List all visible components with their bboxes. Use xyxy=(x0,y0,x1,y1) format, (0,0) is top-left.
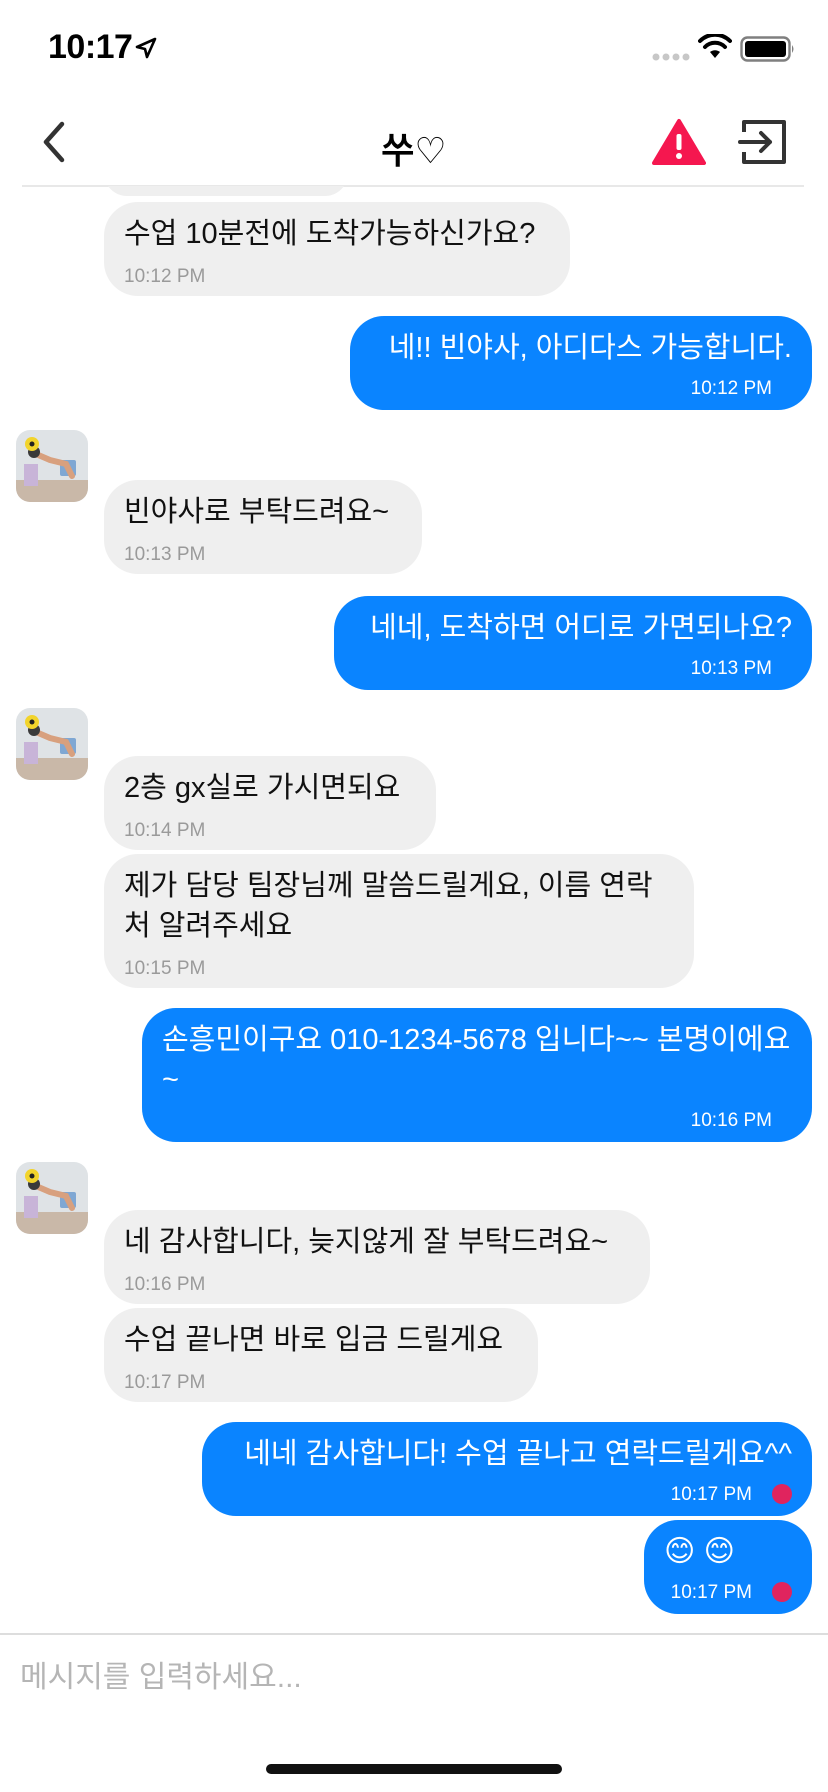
message-time: 10:17 PM xyxy=(124,1372,206,1393)
message-bubble-outgoing[interactable]: 😊 😊 10:17 PM xyxy=(644,1520,812,1614)
composer-divider xyxy=(0,1633,828,1635)
unread-indicator xyxy=(772,1484,792,1504)
message-text: 손흥민이구요 010-1234-5678 입니다~~ 본명이에요~ xyxy=(162,1024,791,1096)
chat-header: 쑤♡ xyxy=(0,100,828,186)
message-time: 10:17 PM xyxy=(670,1484,752,1505)
message-time: 10:16 PM xyxy=(124,1274,206,1295)
message-text: 수업 10분전에 도착가능하신가요? xyxy=(124,218,536,250)
message-text: 네!! 빈야사, 아디다스 가능합니다. xyxy=(388,332,792,364)
unread-indicator xyxy=(772,1582,792,1602)
message-time: 10:13 PM xyxy=(124,544,206,565)
exit-room-icon[interactable] xyxy=(738,118,788,166)
message-input[interactable] xyxy=(20,1650,800,1706)
message-bubble-incoming[interactable]: 네 감사합니다, 늦지않게 잘 부탁드려요~ 10:16 PM xyxy=(104,1210,650,1304)
status-time: 10:17 xyxy=(48,28,133,66)
message-bubble-outgoing[interactable]: 손흥민이구요 010-1234-5678 입니다~~ 본명이에요~ 10:16 … xyxy=(142,1008,812,1142)
avatar[interactable] xyxy=(16,1162,88,1234)
message-text: 네네, 도착하면 어디로 가면되나요? xyxy=(370,612,792,644)
message-bubble-outgoing[interactable]: 네!! 빈야사, 아디다스 가능합니다. 10:12 PM xyxy=(350,316,812,410)
message-text: 네네 감사합니다! 수업 끝나고 연락드릴게요^^ xyxy=(244,1438,792,1470)
message-time: 10:17 PM xyxy=(670,1582,752,1603)
message-bubble-outgoing[interactable]: 네네 감사합니다! 수업 끝나고 연락드릴게요^^ 10:17 PM xyxy=(202,1422,812,1516)
message-bubble-incoming[interactable]: 수업 끝나면 바로 입금 드릴게요 10:17 PM xyxy=(104,1308,538,1402)
message-bubble-outgoing[interactable]: 네네, 도착하면 어디로 가면되나요? 10:13 PM xyxy=(334,596,812,690)
avatar[interactable] xyxy=(16,708,88,780)
warning-triangle-icon[interactable] xyxy=(652,118,706,166)
message-time: 10:16 PM xyxy=(690,1110,772,1131)
location-arrow-icon xyxy=(135,37,157,59)
message-bubble-incoming[interactable]: 2층 gx실로 가시면되요 10:14 PM xyxy=(104,756,436,850)
message-text: 2층 gx실로 가시면되요 xyxy=(124,772,401,804)
message-time: 10:14 PM xyxy=(124,820,206,841)
status-bar: 10:17 xyxy=(0,0,828,100)
profile-photo-icon xyxy=(16,430,88,502)
message-text: 😊 😊 xyxy=(664,1535,735,1568)
profile-photo-icon xyxy=(16,708,88,780)
battery-icon xyxy=(740,36,794,62)
home-indicator[interactable] xyxy=(266,1764,562,1774)
message-text: 네 감사합니다, 늦지않게 잘 부탁드려요~ xyxy=(124,1226,609,1258)
message-text: 수업 끝나면 바로 입금 드릴게요 xyxy=(124,1324,504,1356)
message-bubble-incoming[interactable]: 수업 10분전에 도착가능하신가요? 10:12 PM xyxy=(104,202,570,296)
message-text: 제가 담당 팀장님께 말씀드릴게요, 이름 연락처 알려주세요 xyxy=(124,870,653,942)
message-bubble-incoming[interactable]: 빈야사로 부탁드려요~ 10:13 PM xyxy=(104,480,422,574)
message-time: 10:12 PM xyxy=(690,378,772,399)
message-bubble-incoming[interactable]: 제가 담당 팀장님께 말씀드릴게요, 이름 연락처 알려주세요 10:15 PM xyxy=(104,854,694,988)
cellular-signal-icon xyxy=(652,53,690,61)
message-time: 10:13 PM xyxy=(690,658,772,679)
wifi-icon xyxy=(698,34,732,58)
avatar[interactable] xyxy=(16,430,88,502)
message-time: 10:12 PM xyxy=(124,266,206,287)
profile-photo-icon xyxy=(16,1162,88,1234)
message-text: 빈야사로 부탁드려요~ xyxy=(124,496,390,528)
message-time: 10:15 PM xyxy=(124,958,206,979)
